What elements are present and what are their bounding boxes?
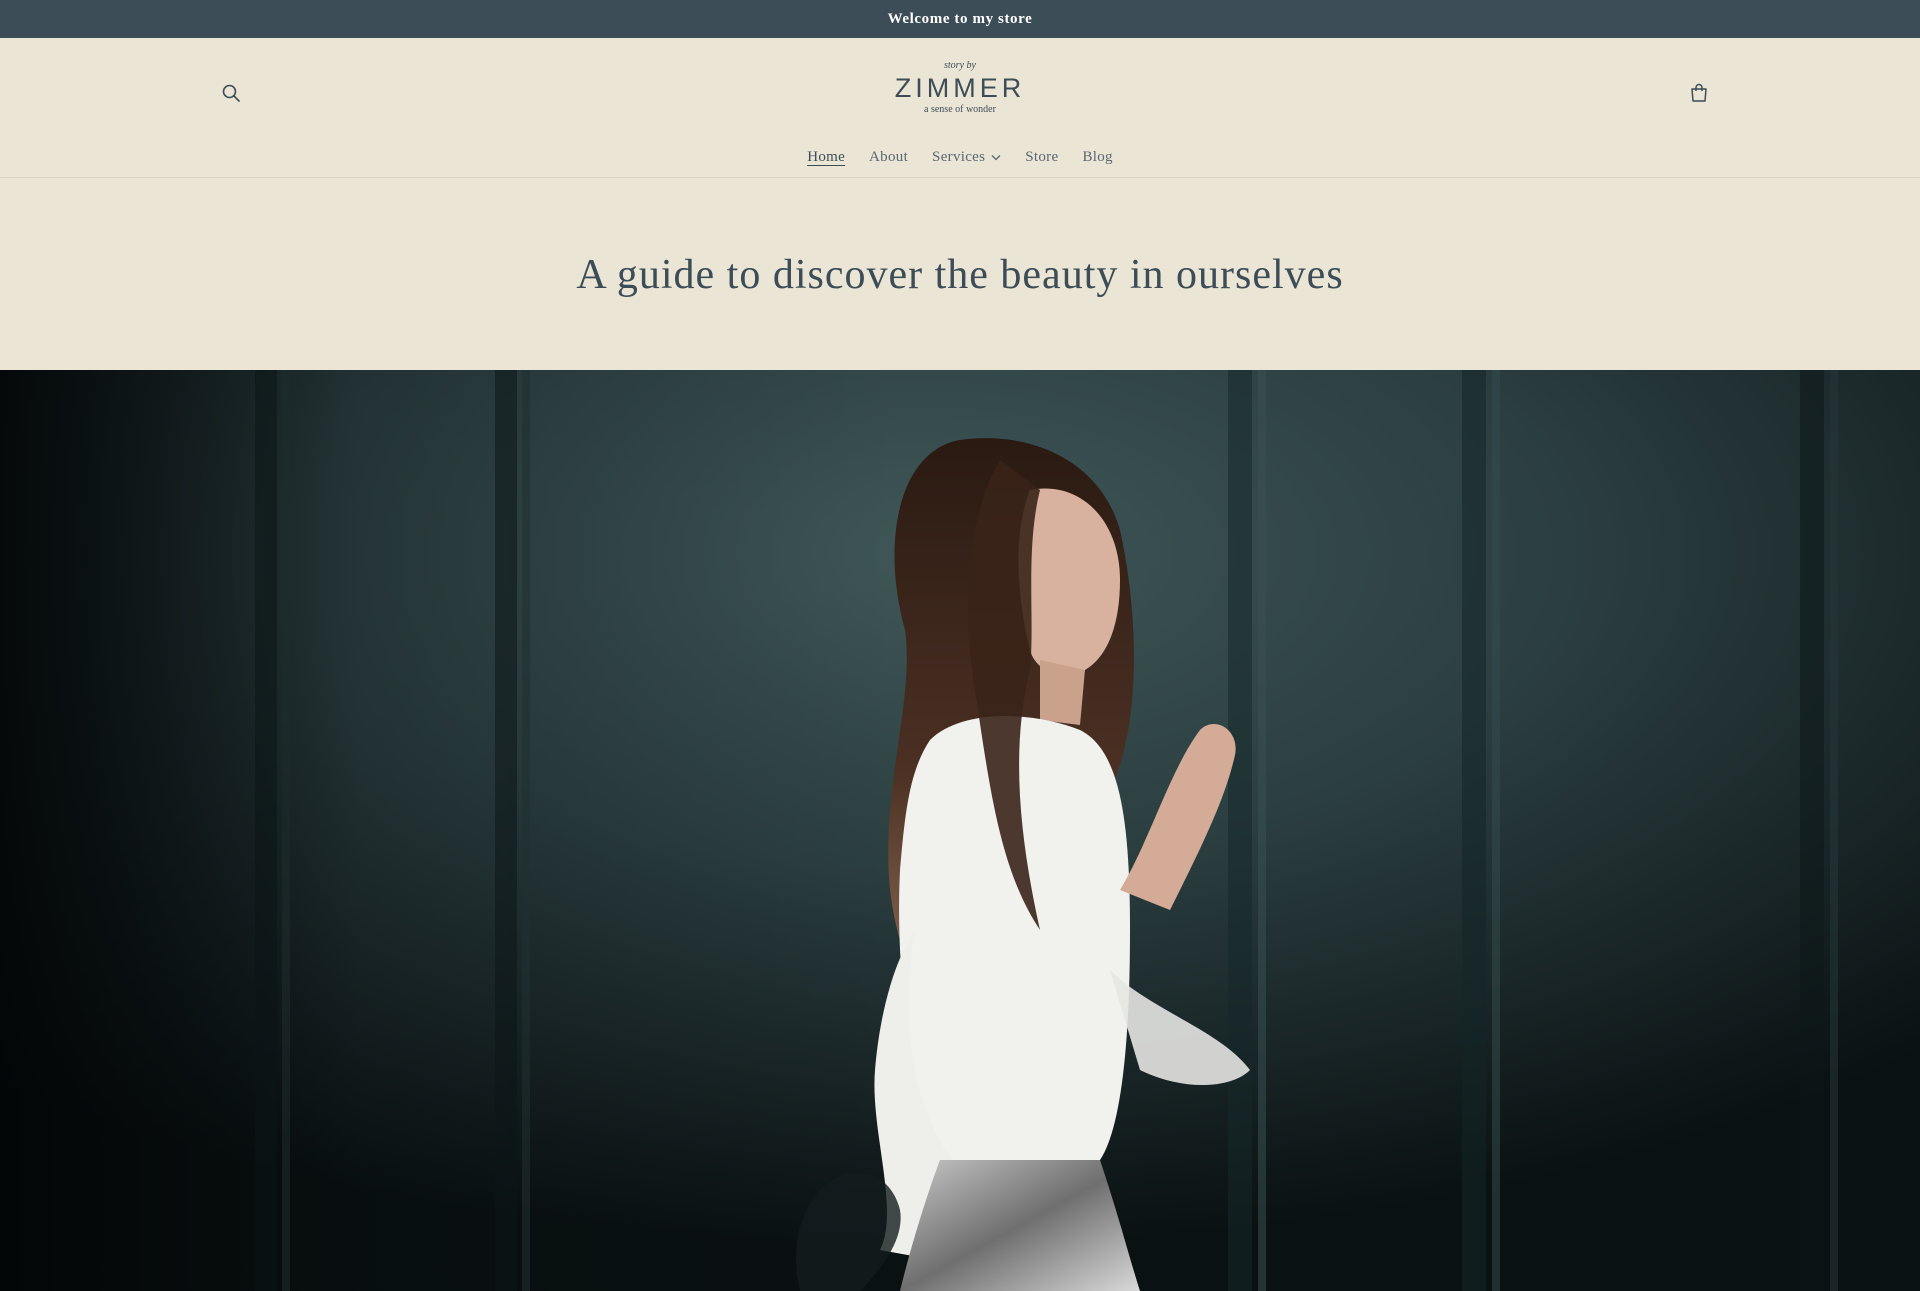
cart-button[interactable] bbox=[1682, 76, 1716, 110]
chevron-down-icon bbox=[991, 154, 1001, 160]
hero-image bbox=[0, 370, 1920, 1291]
nav-item-blog[interactable]: Blog bbox=[1070, 149, 1124, 166]
site-logo[interactable]: story by ZIMMER a sense of wonder bbox=[860, 60, 1060, 126]
cart-icon bbox=[1691, 83, 1707, 102]
nav-item-label: About bbox=[869, 148, 909, 165]
hero-heading-section: A guide to discover the beauty in oursel… bbox=[0, 179, 1920, 370]
logo-tagline-top: story by bbox=[944, 60, 976, 71]
nav-item-services[interactable]: Services bbox=[920, 149, 1013, 166]
nav-item-label: Store bbox=[1025, 148, 1059, 165]
nav-item-home[interactable]: Home bbox=[795, 149, 857, 166]
announcement-bar: Welcome to my store bbox=[0, 0, 1920, 38]
nav-item-label: Services bbox=[932, 148, 986, 165]
nav-item-label: Home bbox=[807, 148, 846, 165]
hero-title: A guide to discover the beauty in oursel… bbox=[576, 251, 1344, 298]
logo-wordmark: ZIMMER bbox=[894, 73, 1026, 103]
search-button[interactable] bbox=[214, 76, 248, 110]
logo-tagline-bottom: a sense of wonder bbox=[924, 104, 996, 115]
nav-item-about[interactable]: About bbox=[857, 149, 920, 166]
nav-item-store[interactable]: Store bbox=[1013, 149, 1070, 166]
site-header: story by ZIMMER a sense of wonder Home A… bbox=[0, 38, 1920, 178]
nav-item-label: Blog bbox=[1082, 148, 1113, 165]
main-nav: Home About Services Store Blog bbox=[0, 142, 1920, 172]
announcement-text: Welcome to my store bbox=[887, 10, 1033, 27]
search-icon bbox=[222, 84, 240, 102]
hero-photo-illustration bbox=[0, 370, 1920, 1291]
